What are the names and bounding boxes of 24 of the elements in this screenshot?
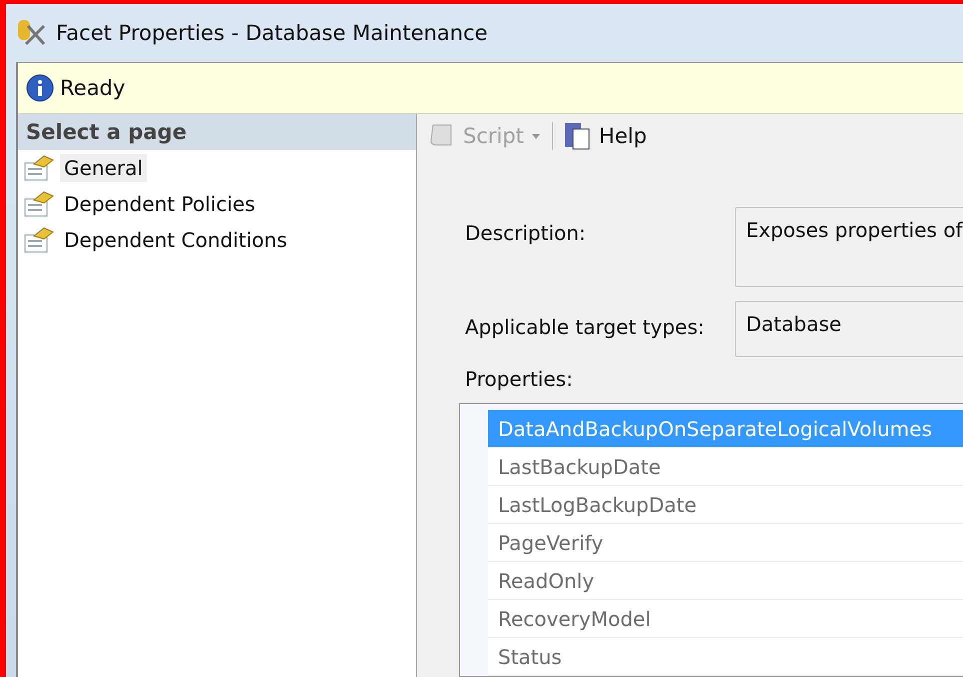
property-row[interactable]: DataAndBackupOnSeparateLogicalVolumes [488, 410, 963, 448]
field-label: Description: [465, 220, 587, 245]
caret-icon [530, 132, 542, 140]
property-row[interactable]: LastBackupDate [488, 448, 963, 486]
window-title: Facet Properties - Database Maintenance [56, 21, 488, 45]
page-icon [24, 155, 54, 181]
page-icon [24, 227, 54, 253]
value-field: Database [735, 301, 963, 357]
sidebar-item[interactable]: Dependent Policies [60, 190, 260, 218]
help-button[interactable]: Help [558, 118, 651, 152]
property-row[interactable]: ReadOnly [488, 562, 963, 600]
page-icon [24, 191, 54, 217]
sidebar-header: Select a page [18, 114, 416, 150]
property-row[interactable]: PageVerify [488, 524, 963, 562]
value-field: Exposes properties of [735, 207, 963, 287]
property-row[interactable]: LastLogBackupDate [488, 486, 963, 524]
info-icon [26, 74, 54, 102]
property-row[interactable]: Status [488, 638, 963, 676]
sidebar-item[interactable]: Dependent Conditions [60, 226, 292, 254]
field-label: Applicable target types: [465, 314, 706, 339]
status-text: Ready [60, 76, 126, 100]
sidebar-item[interactable]: General [60, 154, 147, 182]
property-row[interactable]: RecoveryModel [488, 600, 963, 638]
properties-label: Properties: [464, 366, 574, 391]
